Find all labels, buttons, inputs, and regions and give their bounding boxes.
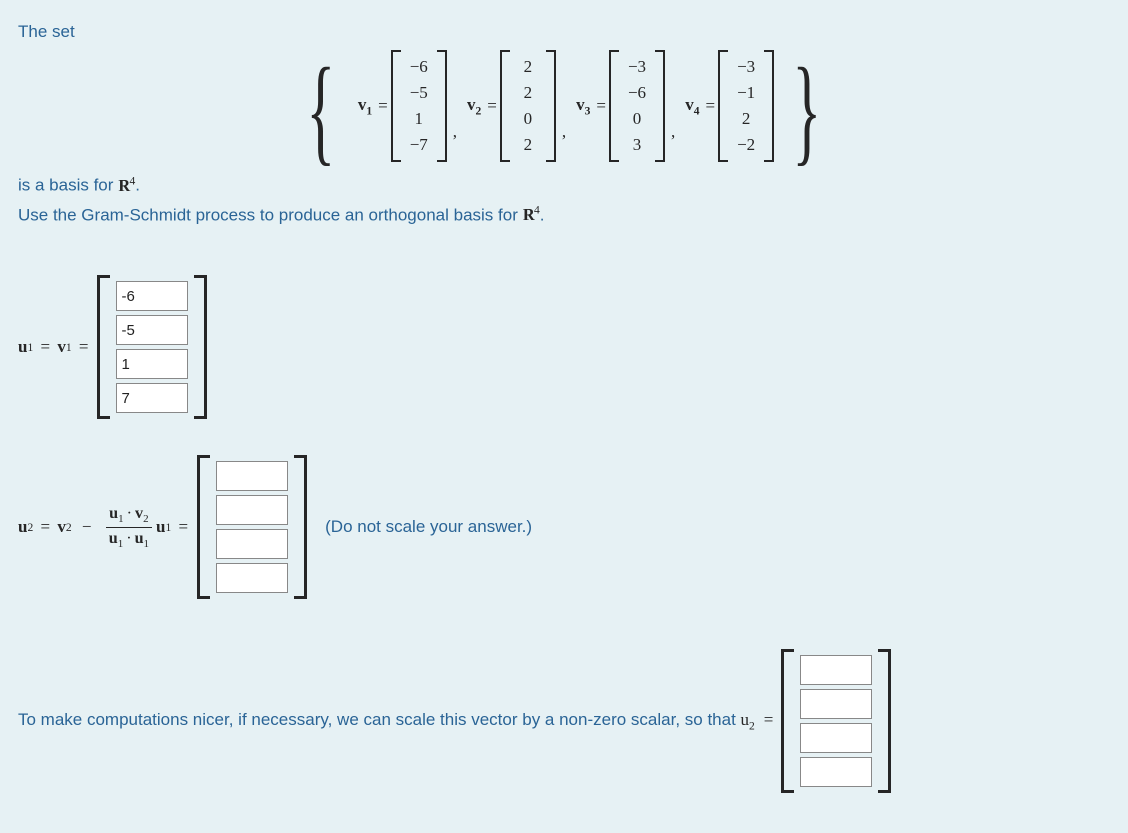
vector-label: v2 [467,95,481,117]
u2-hint: (Do not scale your answer.) [325,517,532,537]
matrix-entry: −3 [623,54,651,80]
u1-entry-3[interactable] [116,349,188,379]
scaled-u2-input-matrix [781,649,891,793]
u2-entry-4[interactable] [216,563,288,593]
text: . [135,176,140,195]
matrix-entry: 3 [623,132,651,158]
equals-sign: = [596,96,606,116]
u1-row: u1 = v1 = [18,275,1110,419]
equals-sign: = [378,96,388,116]
vector-matrix: −6 −5 1 −7 [391,50,447,162]
bbR-icon: R [118,176,129,196]
u2-entry-2[interactable] [216,495,288,525]
u1-entry-4[interactable] [116,383,188,413]
vector-v3: v3 = −3 −6 0 3 [572,50,665,162]
left-bracket-icon [718,50,728,162]
comma: , [453,122,457,162]
text: is a basis for [18,176,118,195]
left-bracket-icon [97,275,110,419]
left-bracket-icon [391,50,401,162]
intro-text: The set [18,22,1110,42]
matrix-entry: 2 [514,80,542,106]
left-bracket-icon [609,50,619,162]
text: . [540,205,545,224]
u2-entry-1[interactable] [216,461,288,491]
text: Use the Gram-Schmidt process to produce … [18,205,523,224]
matrix-entry: 1 [405,106,433,132]
u1-entry-2[interactable] [116,315,188,345]
right-bracket-icon [546,50,556,162]
u1-input-matrix [97,275,207,419]
scaled-u2-row: To make computations nicer, if necessary… [18,649,1110,793]
right-bracket-icon [194,275,207,419]
vector-matrix: −3 −6 0 3 [609,50,665,162]
scaled-u2-entry-4[interactable] [800,757,872,787]
vector-v4: v4 = −3 −1 2 −2 [681,50,774,162]
scale-text: To make computations nicer, if necessary… [18,710,773,732]
vector-label: v1 [358,95,372,117]
vector-label: v3 [576,95,590,117]
vector-v1: v1 = −6 −5 1 −7 [354,50,447,162]
matrix-entry: 2 [514,54,542,80]
problem-page: The set { v1 = −6 −5 1 −7 , v2 = [0,0,1128,833]
right-bracket-icon [437,50,447,162]
u1-formula: u1 = v1 = [18,337,91,357]
scaled-u2-entry-1[interactable] [800,655,872,685]
scaled-u2-entry-2[interactable] [800,689,872,719]
matrix-entry: −7 [405,132,433,158]
matrix-entry: −6 [623,80,651,106]
right-brace-icon: } [793,67,822,153]
left-bracket-icon [500,50,510,162]
right-bracket-icon [655,50,665,162]
u2-entry-3[interactable] [216,529,288,559]
u2-formula: u2 = v2 − u1·v2 u1·u1 u1 = [18,505,191,550]
matrix-entry: −2 [732,132,760,158]
vector-label: v4 [685,95,699,117]
instruction-line: Use the Gram-Schmidt process to produce … [18,204,1110,226]
u1-entry-1[interactable] [116,281,188,311]
comma: , [671,122,675,162]
vector-matrix: −3 −1 2 −2 [718,50,774,162]
matrix-entry: −5 [405,80,433,106]
vector-set-display: { v1 = −6 −5 1 −7 , v2 = [18,50,1110,162]
scaled-u2-entry-3[interactable] [800,723,872,753]
matrix-entry: 2 [514,132,542,158]
comma: , [562,122,566,162]
right-bracket-icon [878,649,891,793]
vector-matrix: 2 2 0 2 [500,50,556,162]
vector-v2: v2 = 2 2 0 2 [463,50,556,162]
left-bracket-icon [197,455,210,599]
right-bracket-icon [764,50,774,162]
left-brace-icon: { [307,67,336,153]
projection-fraction: u1·v2 u1·u1 [106,505,152,550]
u2-row: u2 = v2 − u1·v2 u1·u1 u1 = (Do not scale… [18,455,1110,599]
matrix-entry: 2 [732,106,760,132]
matrix-entry: −6 [405,54,433,80]
bbR-icon: R [523,205,534,225]
equals-sign: = [487,96,497,116]
left-bracket-icon [781,649,794,793]
basis-line: is a basis for R4. [18,174,1110,196]
matrix-entry: 0 [514,106,542,132]
equals-sign: = [706,96,716,116]
right-bracket-icon [294,455,307,599]
matrix-entry: −3 [732,54,760,80]
u2-input-matrix [197,455,307,599]
matrix-entry: 0 [623,106,651,132]
matrix-entry: −1 [732,80,760,106]
